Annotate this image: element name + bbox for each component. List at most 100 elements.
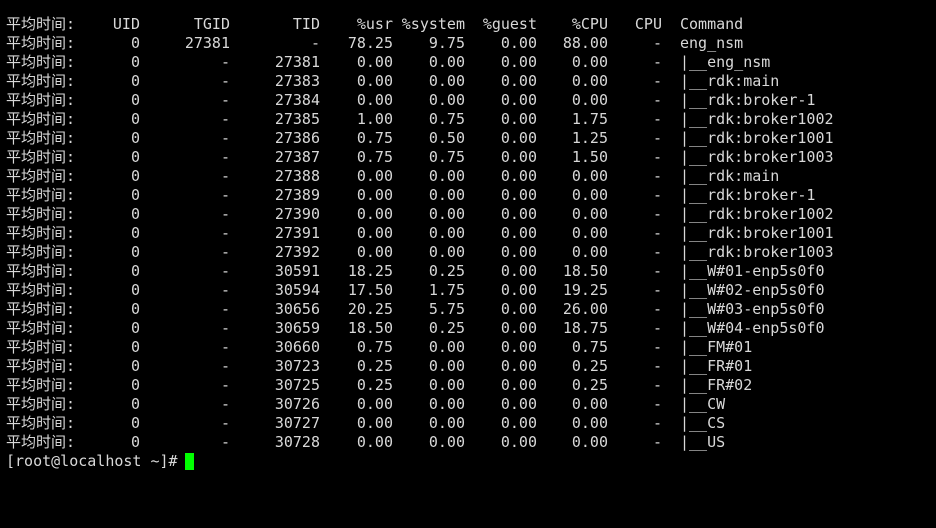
cell-tgid: - [220, 167, 230, 185]
header-label: 平均时间: [6, 15, 76, 33]
row-label: 平均时间: [6, 376, 76, 394]
table-row: 平均时间: 0-30725 0.25 0.00 0.00 0.25- |__FR#02 [0, 376, 936, 395]
cell-tid: - [310, 34, 320, 52]
cell-command: |__rdk:broker1002 [680, 110, 834, 128]
cell-tgid: - [220, 433, 230, 451]
shell-prompt-line[interactable]: [root@localhost ~]# [0, 452, 936, 471]
cell-usr: 17.50 [347, 281, 393, 299]
table-row: 平均时间: 0-27384 0.00 0.00 0.00 0.00- |__rdk:brok… [0, 91, 936, 110]
cell-usr: 1.00 [356, 110, 393, 128]
cell-tgid: - [220, 224, 230, 242]
table-row: 平均时间: 0-30726 0.00 0.00 0.00 0.00- |__CW [0, 395, 936, 414]
cell-cpu-percent: 0.00 [571, 414, 608, 432]
cell-usr: 0.00 [356, 414, 393, 432]
cell-tgid: - [220, 243, 230, 261]
cell-cpu: - [652, 91, 662, 109]
row-label: 平均时间: [6, 281, 76, 299]
row-label: 平均时间: [6, 110, 76, 128]
cell-system: 1.75 [428, 281, 465, 299]
cell-tgid: - [220, 357, 230, 375]
cell-cpu: - [652, 243, 662, 261]
cell-usr: 0.75 [356, 129, 393, 147]
cell-system: 0.00 [428, 205, 465, 223]
row-label: 平均时间: [6, 319, 76, 337]
row-label: 平均时间: [6, 395, 76, 413]
cell-uid: 0 [130, 243, 140, 261]
cell-uid: 0 [130, 376, 140, 394]
table-row: 平均时间: 0-30660 0.75 0.00 0.00 0.75- |__FM#01 [0, 338, 936, 357]
cell-cpu: - [652, 129, 662, 147]
cell-guest: 0.00 [500, 243, 537, 261]
cell-cpu-percent: 0.00 [571, 433, 608, 451]
terminal-window[interactable]: 平均时间: UID TGID TID %usr %system %guest %… [0, 0, 936, 477]
cell-tid: 30594 [274, 281, 320, 299]
cell-cpu: - [652, 167, 662, 185]
cell-guest: 0.00 [500, 414, 537, 432]
cell-cpu: - [652, 72, 662, 90]
cell-command: |__FR#02 [680, 376, 753, 394]
cell-tgid: - [220, 281, 230, 299]
cell-cpu-percent: 1.75 [571, 110, 608, 128]
cell-uid: 0 [130, 224, 140, 242]
table-row: 平均时间: 0-27387 0.75 0.75 0.00 1.50- |__rdk:brok… [0, 148, 936, 167]
cell-tgid: - [220, 72, 230, 90]
cell-uid: 0 [130, 91, 140, 109]
header-usr: %usr [356, 15, 393, 33]
terminal-cursor [185, 453, 194, 470]
header-cpu-percent: %CPU [571, 15, 608, 33]
cell-uid: 0 [130, 433, 140, 451]
cell-usr: 0.00 [356, 72, 393, 90]
cell-cpu: - [652, 433, 662, 451]
cell-system: 0.00 [428, 53, 465, 71]
cell-usr: 0.00 [356, 433, 393, 451]
row-label: 平均时间: [6, 72, 76, 90]
cell-cpu: - [652, 186, 662, 204]
cell-cpu-percent: 0.75 [571, 338, 608, 356]
cell-uid: 0 [130, 186, 140, 204]
row-label: 平均时间: [6, 357, 76, 375]
cell-cpu-percent: 0.00 [571, 167, 608, 185]
cell-cpu: - [652, 53, 662, 71]
cell-usr: 0.25 [356, 357, 393, 375]
row-label: 平均时间: [6, 205, 76, 223]
cell-uid: 0 [130, 300, 140, 318]
table-row: 平均时间: 0-30591 18.25 0.25 0.00 18.50- |__W#01-e… [0, 262, 936, 281]
cell-system: 0.00 [428, 414, 465, 432]
cell-system: 9.75 [428, 34, 465, 52]
row-label: 平均时间: [6, 262, 76, 280]
cell-uid: 0 [130, 281, 140, 299]
cell-command: |__US [680, 433, 726, 451]
cell-guest: 0.00 [500, 53, 537, 71]
cell-command: |__CS [680, 414, 726, 432]
cell-tid: 30660 [274, 338, 320, 356]
row-label: 平均时间: [6, 186, 76, 204]
cell-cpu: - [652, 376, 662, 394]
cell-uid: 0 [130, 357, 140, 375]
cell-tgid: - [220, 53, 230, 71]
row-label: 平均时间: [6, 167, 76, 185]
cell-cpu-percent: 0.00 [571, 91, 608, 109]
table-row: 平均时间: 0-27390 0.00 0.00 0.00 0.00- |__rdk:brok… [0, 205, 936, 224]
cell-usr: 18.25 [347, 262, 393, 280]
cell-tid: 27381 [274, 53, 320, 71]
header-guest: %guest [482, 15, 537, 33]
cell-cpu-percent: 1.25 [571, 129, 608, 147]
cell-cpu-percent: 0.00 [571, 205, 608, 223]
cell-tgid: - [220, 300, 230, 318]
cell-usr: 0.75 [356, 148, 393, 166]
cell-cpu-percent: 0.00 [571, 72, 608, 90]
cell-command: |__FR#01 [680, 357, 753, 375]
cell-cpu-percent: 88.00 [562, 34, 608, 52]
cell-system: 0.00 [428, 376, 465, 394]
cell-tgid: - [220, 376, 230, 394]
cell-tid: 30727 [274, 414, 320, 432]
row-label: 平均时间: [6, 148, 76, 166]
cell-guest: 0.00 [500, 338, 537, 356]
cell-uid: 0 [130, 319, 140, 337]
cell-tid: 27389 [274, 186, 320, 204]
cell-guest: 0.00 [500, 205, 537, 223]
cell-uid: 0 [130, 72, 140, 90]
cell-uid: 0 [130, 262, 140, 280]
row-label: 平均时间: [6, 91, 76, 109]
cell-command: |__rdk:broker1001 [680, 129, 834, 147]
